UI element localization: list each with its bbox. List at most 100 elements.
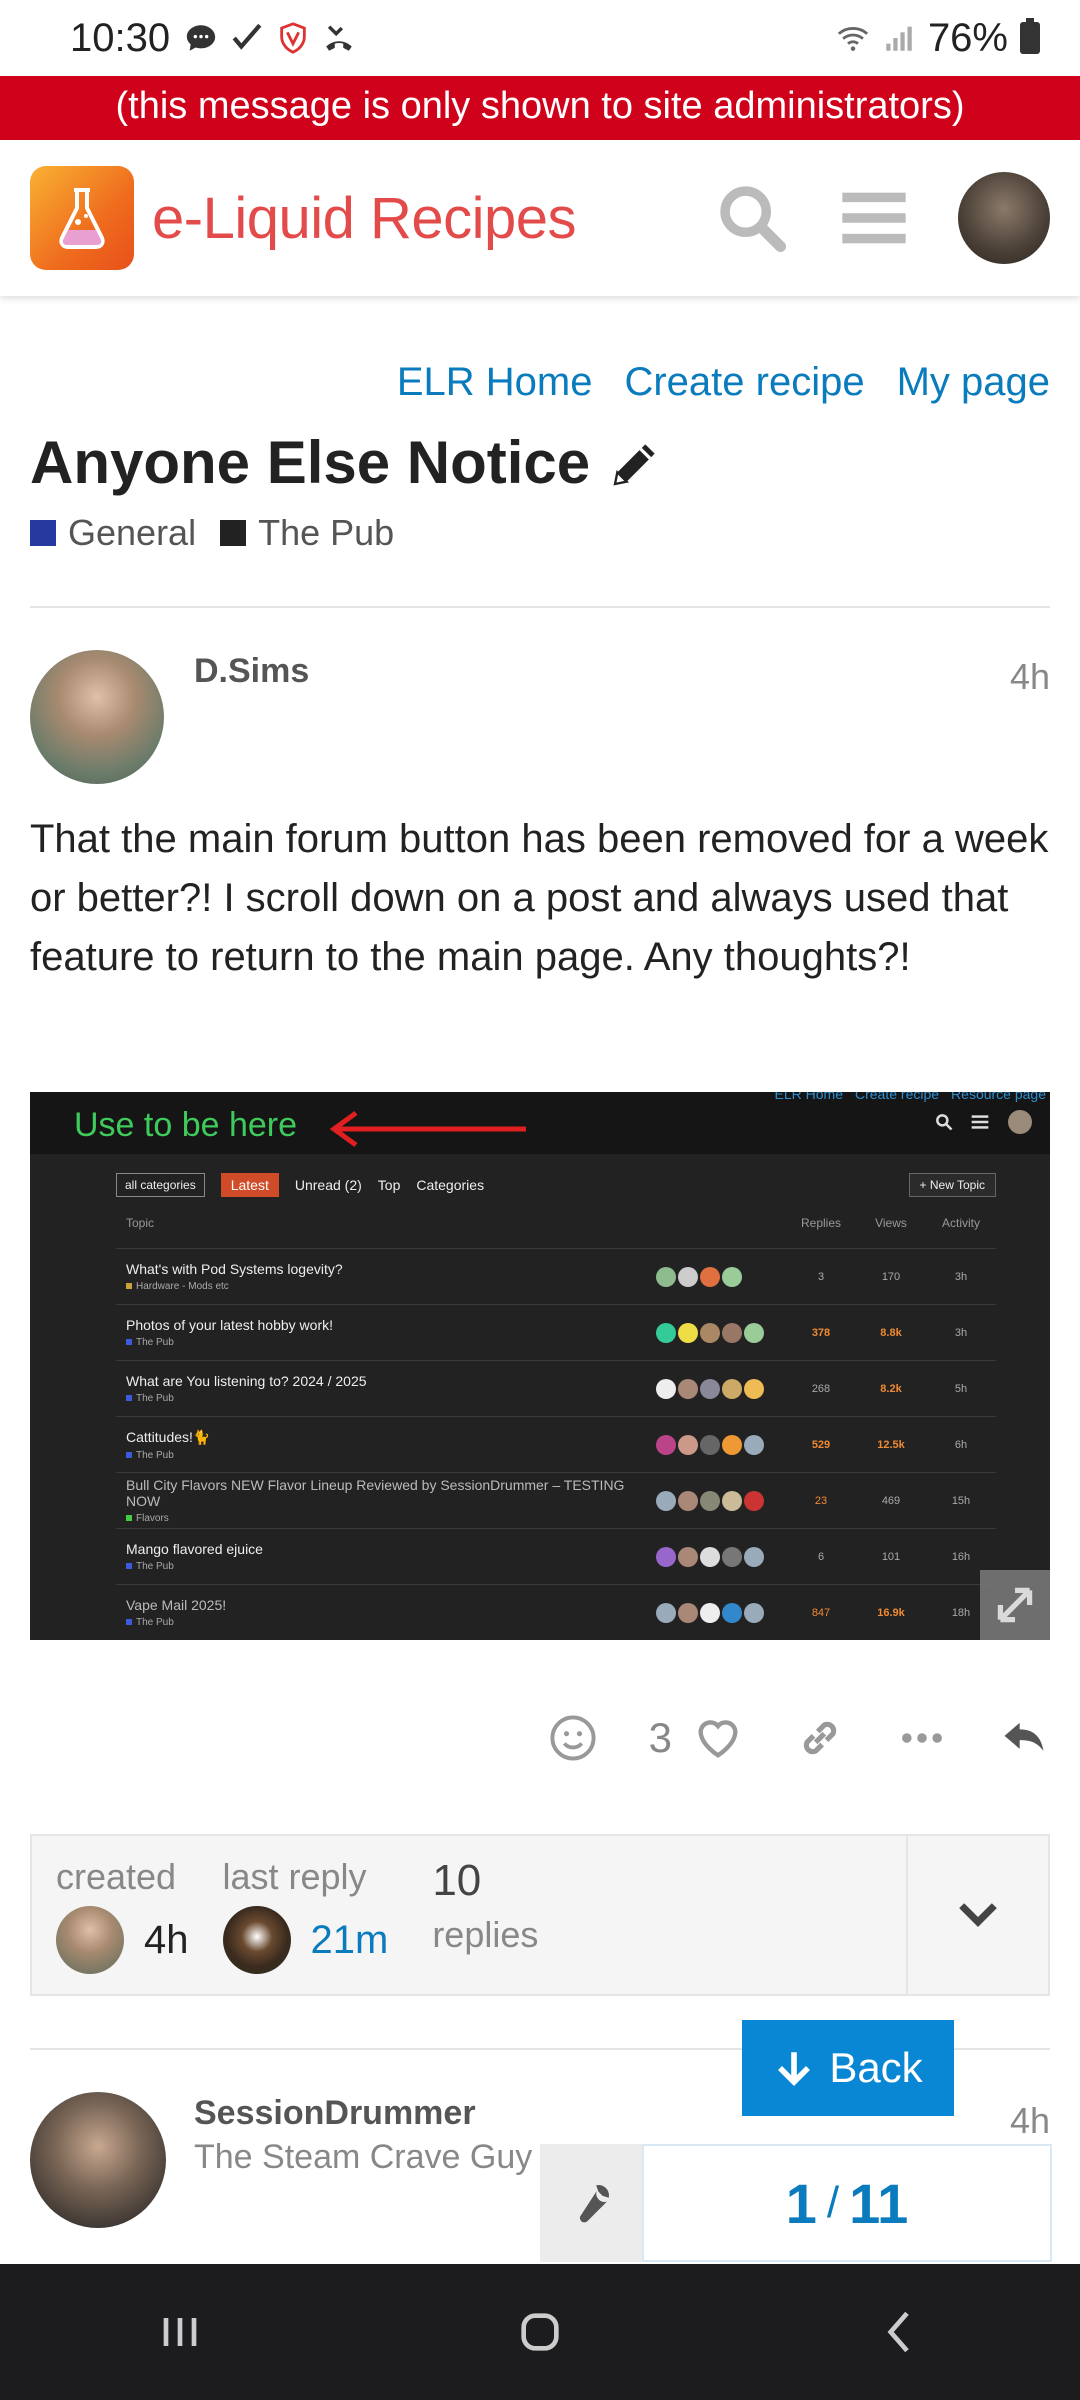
last-reply-time[interactable]: 21m: [311, 1918, 389, 1963]
created-time: 4h: [144, 1917, 189, 1962]
post-author-name[interactable]: SessionDrummer: [194, 2094, 476, 2133]
image-row-category: Flavors: [136, 1513, 169, 1524]
link-elr-home[interactable]: ELR Home: [397, 360, 593, 405]
emoji-reaction-icon[interactable]: [547, 1712, 599, 1764]
site-logo[interactable]: [30, 166, 134, 270]
image-topic-rows: What's with Pod Systems logevity? Hardwar…: [116, 1248, 996, 1640]
image-mini-link: Create recipe: [855, 1092, 940, 1102]
image-row-replies: 23: [814, 1494, 828, 1507]
image-nav-categories: Categories: [416, 1177, 485, 1193]
category-name: The Pub: [258, 512, 395, 553]
edit-pencil-icon[interactable]: [608, 435, 664, 491]
image-row-replies: 3: [817, 1270, 825, 1283]
admin-tools-button[interactable]: [540, 2144, 642, 2262]
image-row-replies: 6: [817, 1550, 825, 1563]
back-button[interactable]: Back: [742, 2020, 954, 2116]
category-badge-general[interactable]: General: [30, 512, 196, 554]
image-row-activity: 3h: [954, 1326, 968, 1339]
check-icon: [232, 23, 262, 50]
image-row-title: Mango flavored ejuice: [126, 1541, 263, 1557]
image-annotation: Use to be here: [74, 1106, 298, 1144]
search-icon[interactable]: [714, 180, 790, 256]
post-author-avatar[interactable]: [30, 650, 164, 784]
image-nav-all-categories: all categories: [116, 1173, 205, 1197]
post-body: That the main forum button has been remo…: [30, 817, 1049, 979]
image-nav-new-topic: + New Topic: [908, 1173, 996, 1197]
chevron-down-icon: [959, 1903, 997, 1927]
topic-map-expand-button[interactable]: [906, 1836, 1048, 1994]
image-row-category: The Pub: [136, 1561, 174, 1572]
divider: [30, 606, 1050, 608]
reply-icon[interactable]: [998, 1712, 1050, 1764]
image-row-replies: 847: [811, 1606, 831, 1619]
wifi-icon: [837, 27, 869, 51]
last-replier-avatar[interactable]: [222, 1906, 291, 1974]
topic-progress[interactable]: 1 / 11: [642, 2144, 1052, 2262]
image-col-topic: Topic: [126, 1216, 155, 1230]
image-row-views: 101: [881, 1550, 901, 1563]
created-label: created: [56, 1856, 177, 1897]
post-timestamp[interactable]: 4h: [1010, 656, 1050, 698]
signal-icon: [886, 26, 912, 51]
image-header: ELR Home Create recipe Resource page Use…: [30, 1092, 1050, 1154]
post-timestamp[interactable]: 4h: [1010, 2100, 1050, 2142]
post-author-avatar[interactable]: [30, 2092, 166, 2228]
status-time: 10:30: [70, 15, 171, 60]
image-row-activity: 5h: [954, 1382, 968, 1395]
creator-avatar[interactable]: [56, 1906, 124, 1974]
image-row-views: 16.9k: [877, 1606, 905, 1619]
image-row-title: Cattitudes!🐈: [126, 1428, 211, 1445]
image-row-title: Photos of your latest hobby work!: [126, 1317, 333, 1333]
back-button-label: Back: [829, 2044, 923, 2091]
image-topic-row: Photos of your latest hobby work! The Pub…: [116, 1304, 996, 1360]
mini-avatar: [1008, 1110, 1032, 1134]
home-icon[interactable]: [512, 2304, 568, 2360]
link-icon[interactable]: [794, 1712, 846, 1764]
replies-count: 10: [432, 1856, 482, 1905]
image-table-header: Topic Replies Views Activity: [126, 1216, 996, 1240]
post-author-title: The Steam Crave Guy: [194, 2138, 533, 2176]
image-col-replies: Replies: [800, 1216, 842, 1230]
image-row-activity: 15h: [951, 1494, 971, 1507]
heart-icon: [698, 1720, 738, 1758]
image-col-activity: Activity: [941, 1216, 980, 1230]
image-row-title: Bull City Flavors NEW Flavor Lineup Revi…: [126, 1477, 625, 1509]
site-name[interactable]: e-Liquid Recipes: [152, 185, 577, 252]
progress-separator: /: [826, 2178, 840, 2227]
vivaldi-shield-icon: [280, 22, 306, 54]
category-badge-the-pub[interactable]: The Pub: [220, 512, 394, 554]
link-create-recipe[interactable]: Create recipe: [624, 360, 864, 405]
system-nav-bar: [0, 2264, 1080, 2400]
progress-current: 1: [785, 2171, 817, 2235]
site-header: e-Liquid Recipes: [0, 140, 1080, 296]
image-mini-link: Resource page: [951, 1092, 1046, 1102]
mini-search-icon: [936, 1114, 953, 1131]
expand-image-button[interactable]: [980, 1570, 1050, 1640]
category-color-square: [220, 520, 247, 546]
image-nav-top: Top: [377, 1177, 401, 1193]
image-row-category: The Pub: [136, 1617, 174, 1628]
image-nav-latest: Latest: [220, 1173, 279, 1197]
image-row-title: What are You listening to? 2024 / 2025: [126, 1373, 367, 1389]
image-nav-unread: Unread (2): [294, 1177, 362, 1193]
more-options-icon[interactable]: [896, 1712, 948, 1764]
image-row-category: Hardware - Mods etc: [136, 1281, 229, 1292]
back-nav-icon[interactable]: [872, 2304, 928, 2360]
image-row-category: The Pub: [136, 1393, 174, 1404]
arrow-down-icon: [778, 2052, 811, 2086]
like-button[interactable]: 3: [649, 1712, 744, 1764]
image-row-replies: 378: [811, 1326, 831, 1339]
user-avatar[interactable]: [958, 172, 1050, 264]
image-row-views: 8.8k: [880, 1326, 902, 1339]
image-row-title: What's with Pod Systems logevity?: [126, 1261, 343, 1277]
image-row-views: 12.5k: [877, 1438, 905, 1451]
recent-apps-icon[interactable]: [152, 2304, 208, 2360]
post-image[interactable]: ELR Home Create recipe Resource page Use…: [30, 1092, 1050, 1640]
image-row-activity: 16h: [951, 1550, 971, 1563]
topic-categories: General The Pub: [30, 512, 394, 554]
hamburger-menu-icon[interactable]: [836, 180, 912, 256]
link-my-page[interactable]: My page: [897, 360, 1050, 405]
post-author-name[interactable]: D.Sims: [194, 652, 309, 691]
battery-icon: [1020, 18, 1040, 54]
status-bar: 10:30 76%: [0, 0, 1080, 76]
